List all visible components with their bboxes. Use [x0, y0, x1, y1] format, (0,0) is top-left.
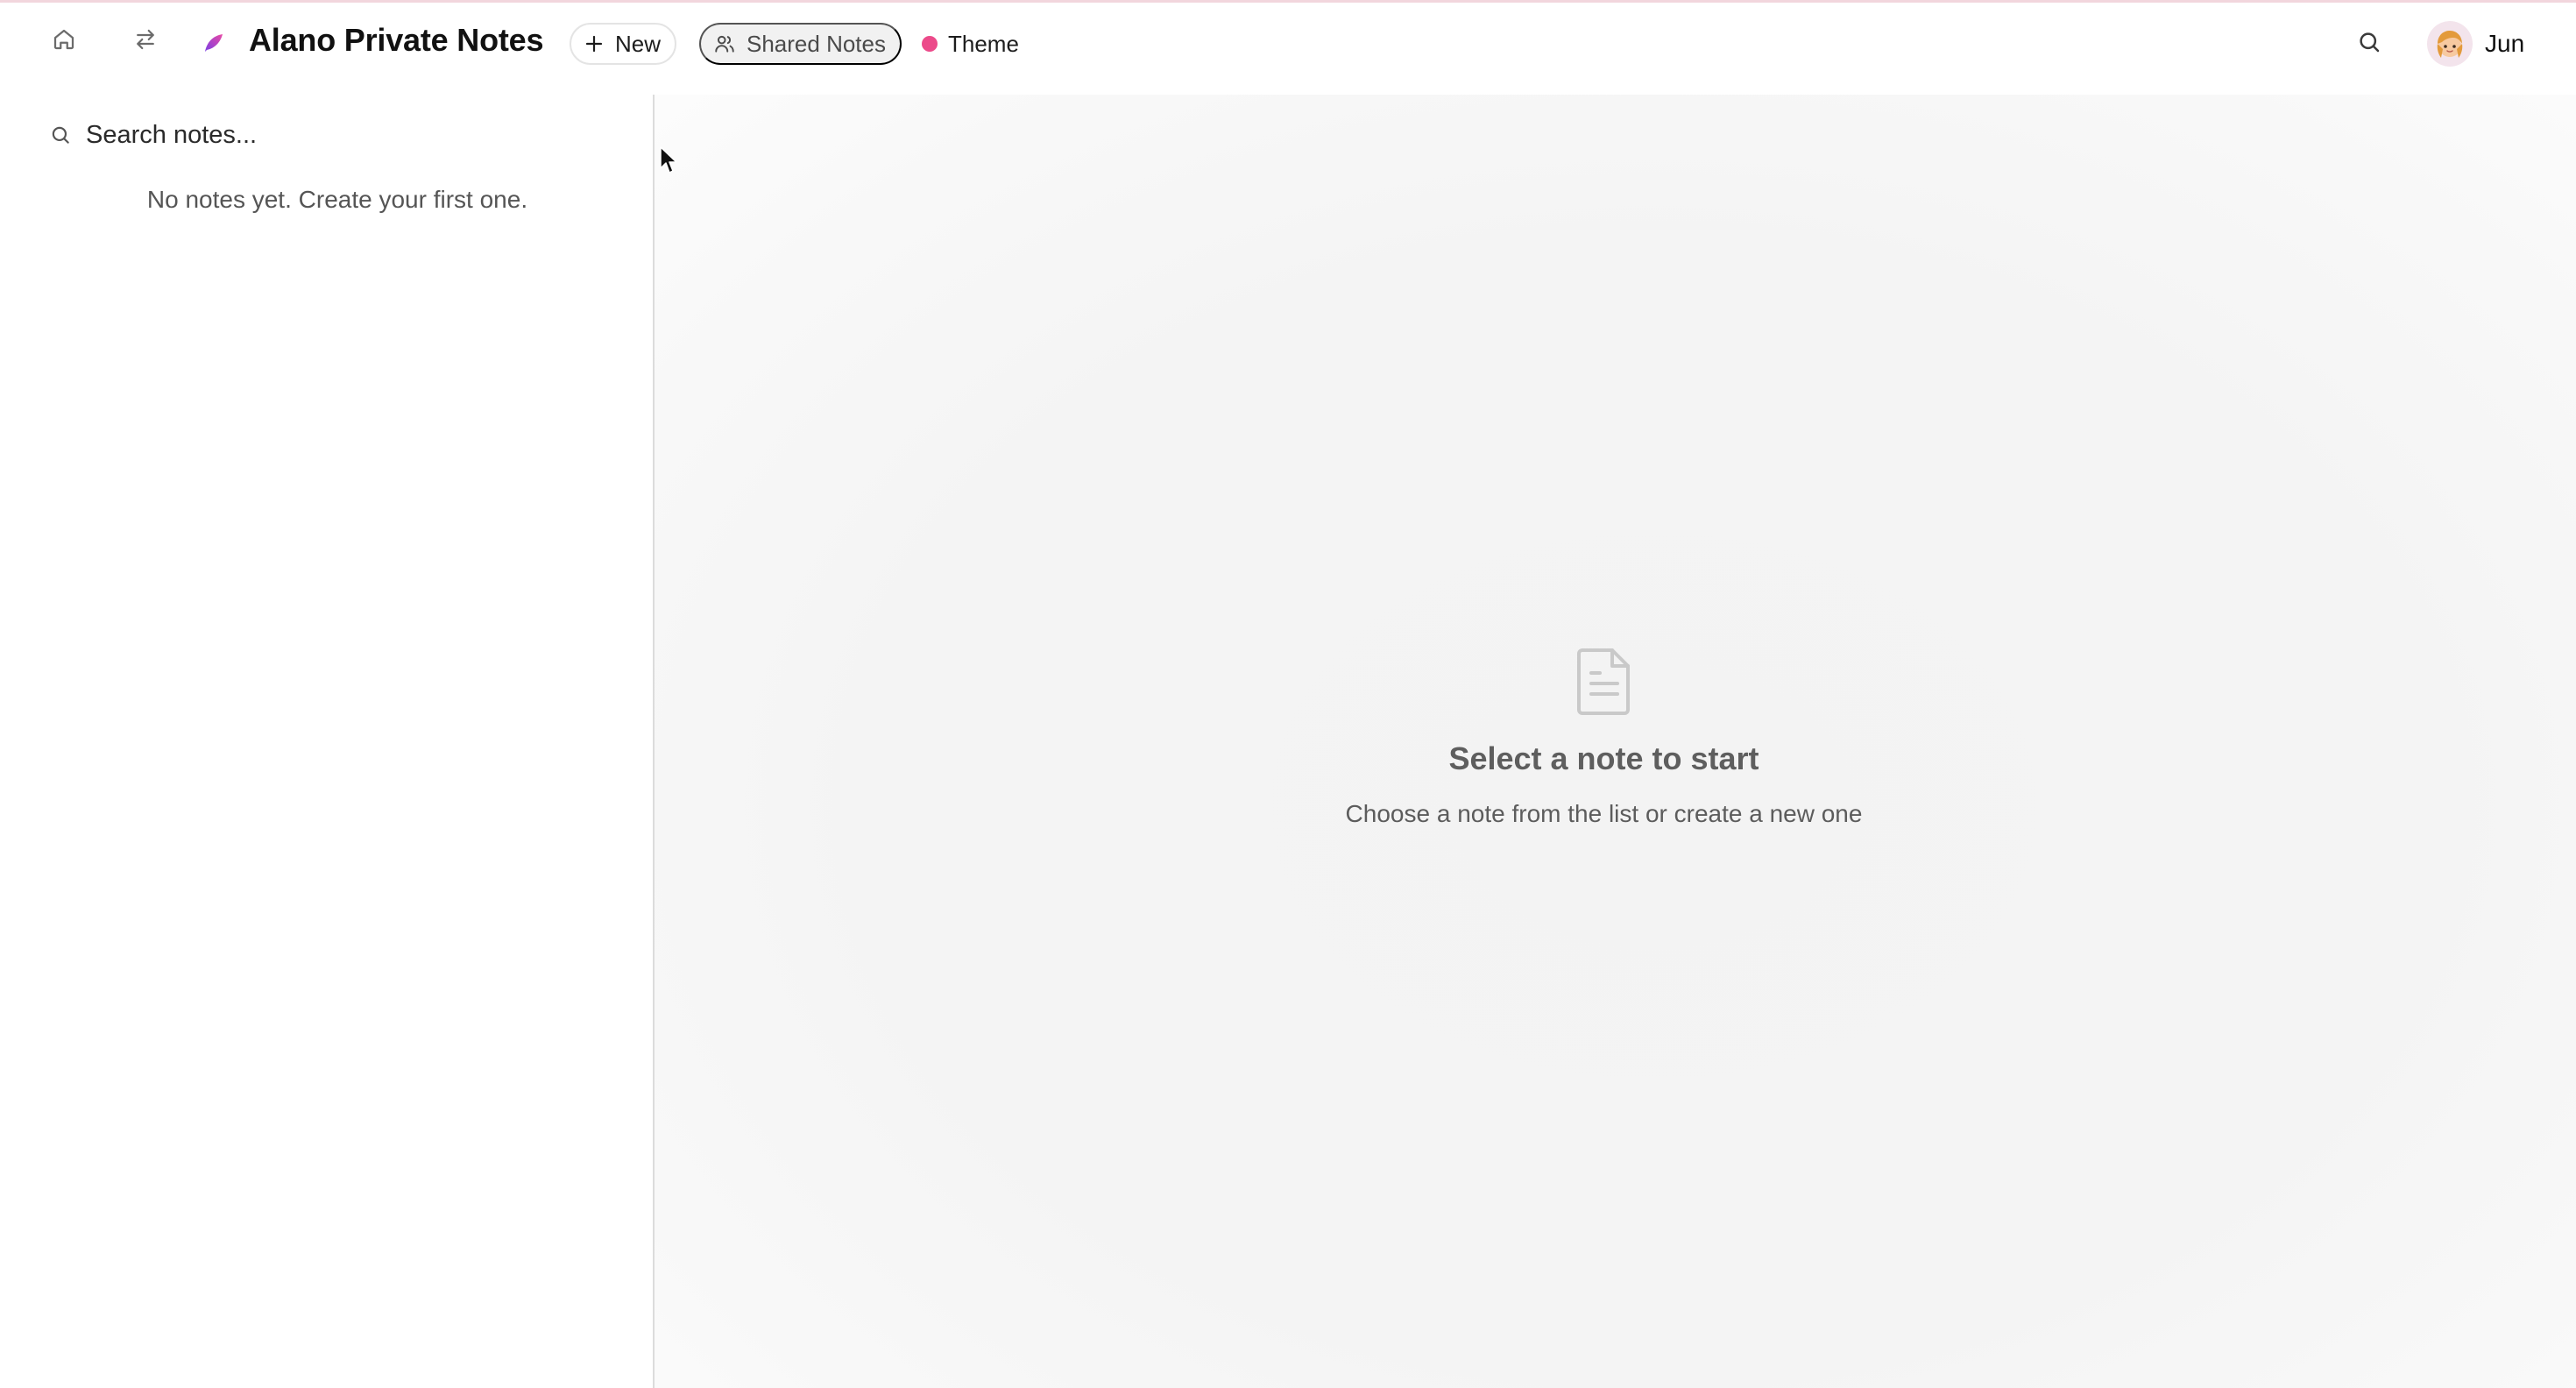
- empty-state-subtitle: Choose a note from the list or create a …: [1345, 800, 1863, 827]
- theme-label: Theme: [948, 30, 1019, 57]
- search-notes-input[interactable]: [86, 120, 612, 150]
- global-search-button[interactable]: [2345, 18, 2394, 67]
- switch-arrows-icon: [137, 29, 154, 50]
- document-icon: [1575, 647, 1633, 721]
- avatar: [2427, 21, 2473, 67]
- shared-notes-label: Shared Notes: [747, 30, 886, 57]
- notes-search[interactable]: [49, 109, 627, 161]
- empty-notes-message: No notes yet. Create your first one.: [146, 186, 528, 213]
- users-icon: [715, 35, 734, 53]
- notes-sidebar: No notes yet. Create your first one.: [0, 95, 654, 1388]
- feather-logo-icon: [205, 34, 223, 52]
- mouse-cursor-icon: [660, 146, 677, 174]
- home-button[interactable]: [39, 15, 88, 64]
- empty-state: Select a note to start Choose a note fro…: [655, 647, 2553, 828]
- note-editor-area: Select a note to start Choose a note fro…: [655, 95, 2576, 1388]
- plus-icon: [585, 35, 603, 53]
- new-note-button[interactable]: New: [570, 23, 677, 65]
- avatar-icon: [2437, 31, 2463, 58]
- new-note-label: New: [615, 30, 662, 57]
- search-icon: [2360, 32, 2380, 53]
- user-menu[interactable]: Jun: [2427, 18, 2524, 70]
- empty-state-title: Select a note to start: [1448, 740, 1759, 776]
- app-title: Alano Private Notes: [249, 22, 544, 58]
- switch-workspace-button[interactable]: [121, 15, 170, 64]
- search-icon: [52, 126, 69, 144]
- top-bar: Alano Private Notes New Shared Notes The…: [0, 3, 2576, 81]
- shared-notes-button[interactable]: Shared Notes: [699, 23, 902, 65]
- home-icon: [53, 29, 74, 50]
- theme-button[interactable]: Theme: [911, 23, 1030, 65]
- theme-color-dot: [922, 36, 938, 52]
- user-name: Jun: [2485, 30, 2525, 57]
